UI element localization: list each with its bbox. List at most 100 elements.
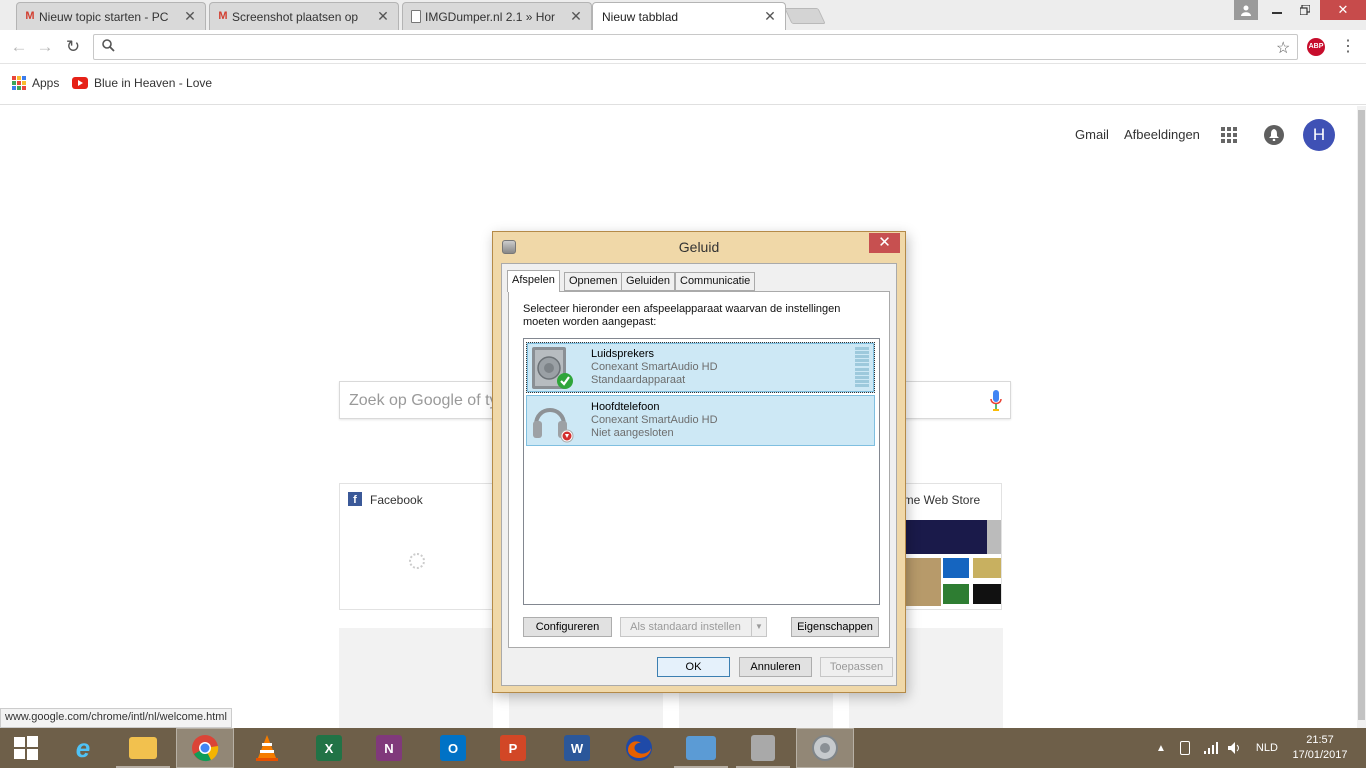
taskbar-onenote[interactable]: N: [360, 728, 418, 768]
status-bar-url: www.google.com/chrome/intl/nl/welcome.ht…: [0, 708, 232, 728]
search-placeholder: Zoek op Google of ty: [349, 392, 498, 409]
tab-nieuw-topic[interactable]: M Nieuw topic starten - PC ✕: [16, 2, 206, 30]
microphone-icon[interactable]: [990, 390, 1002, 412]
speaker-icon: [532, 347, 573, 389]
dialog-title: Geluid: [678, 239, 720, 255]
dialog-close-button[interactable]: ✕: [869, 233, 900, 253]
windows-taskbar: e X N O P W ▲ NLD 21:57 17/01/2017: [0, 728, 1366, 768]
start-button[interactable]: [0, 728, 52, 768]
show-hidden-icons-icon[interactable]: ▲: [1156, 743, 1166, 754]
search-icon: [102, 39, 115, 55]
images-link[interactable]: Afbeeldingen: [1124, 127, 1200, 142]
windows-logo-icon: [14, 736, 38, 760]
user-profile-icon[interactable]: [1234, 0, 1258, 20]
scrollbar-thumb[interactable]: [1358, 110, 1365, 720]
bookmark-youtube[interactable]: Blue in Heaven - Love: [72, 76, 212, 90]
forward-arrow-icon[interactable]: →: [34, 37, 56, 57]
playback-device-list: Luidsprekers Conexant SmartAudio HD Stan…: [523, 338, 880, 605]
taskbar-powerpoint[interactable]: P: [484, 728, 542, 768]
onenote-icon: N: [376, 735, 402, 761]
close-window-button[interactable]: ✕: [1320, 0, 1366, 20]
notifications-bell-icon[interactable]: [1264, 125, 1284, 145]
tab-nieuw-tabblad[interactable]: Nieuw tabblad ✕: [592, 2, 786, 30]
taskbar-outlook[interactable]: O: [424, 728, 482, 768]
bookmarks-bar: Apps Blue in Heaven - Love: [0, 65, 1366, 105]
taskbar-file-explorer[interactable]: [114, 728, 172, 768]
volume-icon[interactable]: [1227, 742, 1242, 754]
device-speakers[interactable]: Luidsprekers Conexant SmartAudio HD Stan…: [526, 342, 875, 393]
tab-strip: M Nieuw topic starten - PC ✕ M Screensho…: [0, 0, 1366, 30]
tab-imgdumper[interactable]: IMGDumper.nl 2.1 » Hor ✕: [402, 2, 592, 30]
input-language[interactable]: NLD: [1256, 742, 1278, 754]
playback-panel: Selecteer hieronder een afspeelapparaat …: [508, 291, 890, 648]
outlook-icon: O: [440, 735, 466, 761]
taskbar-excel[interactable]: X: [300, 728, 358, 768]
gmail-icon: M: [218, 10, 228, 22]
bookmark-apps[interactable]: Apps: [12, 76, 59, 90]
internet-explorer-icon: e: [75, 732, 91, 763]
clock-date: 17/01/2017: [1292, 749, 1348, 761]
apply-button[interactable]: Toepassen: [820, 657, 893, 677]
tab-close-icon[interactable]: ✕: [183, 8, 197, 25]
back-arrow-icon[interactable]: ←: [8, 37, 30, 57]
bookmark-star-icon[interactable]: ☆: [1276, 38, 1290, 58]
google-apps-icon[interactable]: [1221, 127, 1237, 143]
tab-screenshot-plaatsen[interactable]: M Screenshot plaatsen op ✕: [209, 2, 399, 30]
taskbar-internet-explorer[interactable]: e: [54, 728, 112, 768]
taskbar-firefox[interactable]: [610, 728, 668, 768]
set-default-button[interactable]: Als standaard instellen ▼: [620, 617, 767, 637]
tile-title: Facebook: [370, 493, 423, 507]
taskbar-vlc[interactable]: [238, 728, 296, 768]
tile-thumbnail: [340, 514, 492, 609]
cancel-button[interactable]: Annuleren: [739, 657, 812, 677]
tab-communicatie[interactable]: Communicatie: [675, 272, 756, 291]
gmail-icon: M: [25, 10, 35, 22]
adblock-plus-icon[interactable]: ABP: [1307, 38, 1325, 56]
gmail-link[interactable]: Gmail: [1075, 127, 1109, 142]
minimize-button[interactable]: [1262, 0, 1292, 20]
tab-close-icon[interactable]: ✕: [376, 8, 390, 25]
powerpoint-icon: P: [500, 735, 526, 761]
tab-title: Nieuw tabblad: [602, 9, 679, 24]
device-status: Niet aangesloten: [591, 427, 674, 439]
tab-opnemen[interactable]: Opnemen: [564, 272, 623, 291]
facebook-icon: f: [348, 492, 362, 506]
apps-icon: [12, 76, 26, 90]
set-default-label: Als standaard instellen: [630, 621, 741, 633]
taskbar-control-panel[interactable]: [672, 728, 730, 768]
sound-dialog: Geluid ✕ Afspelen Opnemen Geluiden Commu…: [492, 231, 906, 693]
address-bar[interactable]: ☆: [93, 34, 1298, 60]
wifi-signal-icon[interactable]: [1203, 742, 1218, 754]
tab-close-icon[interactable]: ✕: [569, 8, 583, 25]
restore-button[interactable]: [1292, 0, 1318, 20]
taskbar-chrome[interactable]: [176, 728, 234, 768]
browser-toolbar: ← → ↻ ☆ ABP ⋮: [0, 30, 1366, 64]
speaker-icon: [812, 735, 838, 761]
tab-title: Screenshot plaatsen op: [232, 9, 359, 24]
tab-afspelen[interactable]: Afspelen: [507, 270, 560, 292]
taskbar-clock[interactable]: 21:57 17/01/2017: [1290, 733, 1350, 763]
device-status: Standaardapparaat: [591, 374, 686, 386]
properties-button[interactable]: Eigenschappen: [791, 617, 879, 637]
device-name: Hoofdtelefoon: [591, 401, 660, 413]
taskbar-sound-dialog[interactable]: [796, 728, 854, 768]
taskbar-sound-settings[interactable]: [734, 728, 792, 768]
configure-button[interactable]: Configureren: [523, 617, 612, 637]
chrome-menu-icon[interactable]: ⋮: [1340, 38, 1356, 56]
reload-icon[interactable]: ↻: [62, 37, 84, 57]
dialog-titlebar[interactable]: Geluid ✕: [493, 232, 905, 262]
account-avatar[interactable]: H: [1303, 119, 1335, 151]
taskbar-word[interactable]: W: [548, 728, 606, 768]
new-tab-button[interactable]: [784, 8, 826, 24]
ok-button[interactable]: OK: [657, 657, 730, 677]
device-driver: Conexant SmartAudio HD: [591, 361, 718, 373]
tab-title: Nieuw topic starten - PC: [39, 9, 169, 24]
tab-close-icon[interactable]: ✕: [763, 8, 777, 25]
device-headphones[interactable]: Hoofdtelefoon Conexant SmartAudio HD Nie…: [526, 395, 875, 446]
battery-icon[interactable]: [1179, 741, 1190, 755]
page-scrollbar[interactable]: [1357, 106, 1366, 728]
tab-geluiden[interactable]: Geluiden: [621, 272, 676, 291]
page-icon: [411, 10, 421, 23]
tile-facebook[interactable]: f Facebook: [339, 483, 493, 610]
chevron-down-icon[interactable]: ▼: [751, 618, 766, 636]
